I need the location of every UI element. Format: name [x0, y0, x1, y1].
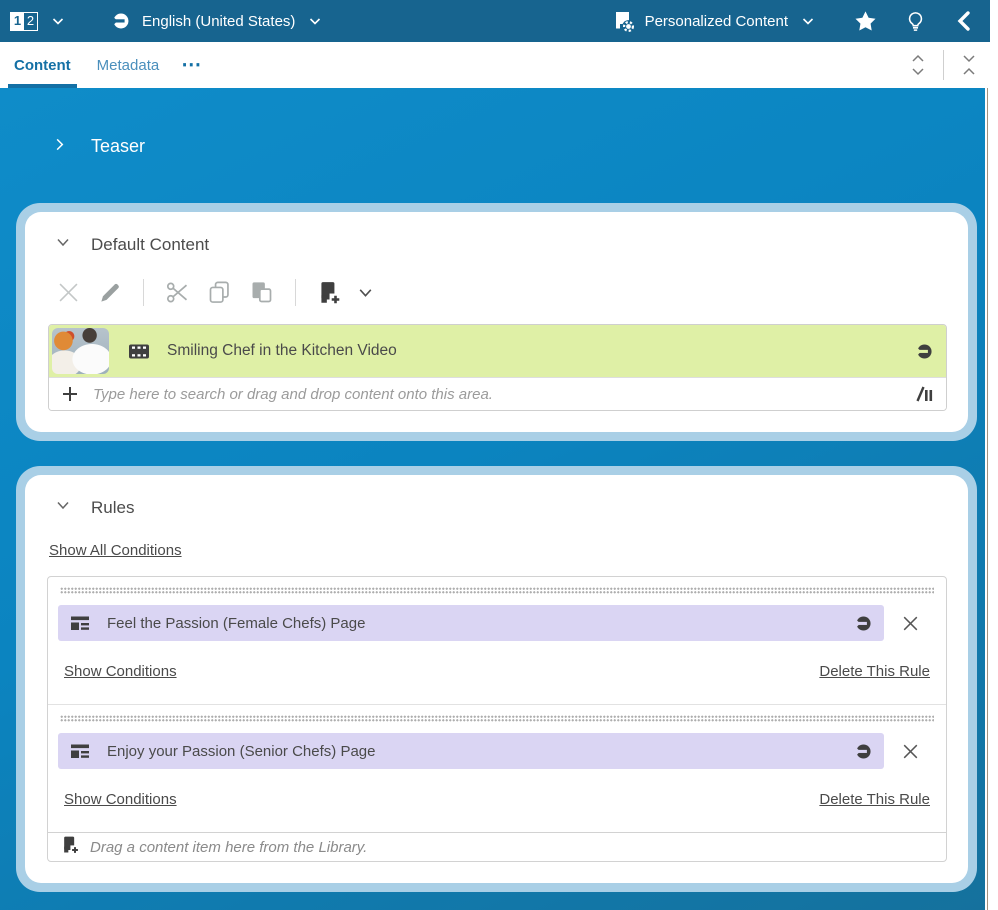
- library-icon[interactable]: [914, 385, 934, 403]
- version-total: 2: [24, 13, 37, 30]
- toolbar-divider: [295, 279, 296, 306]
- delete-this-rule-link[interactable]: Delete This Rule: [819, 663, 930, 680]
- film-icon: [128, 343, 150, 360]
- rule-drop-area[interactable]: Drag a content item here from the Librar…: [48, 832, 946, 861]
- rule-item: Feel the Passion (Female Chefs) Page: [48, 577, 946, 705]
- section-teaser-header[interactable]: Teaser: [52, 136, 145, 157]
- globe-icon: [855, 615, 872, 632]
- rule-target-pill[interactable]: Enjoy your Passion (Senior Chefs) Page: [58, 733, 884, 769]
- expand-sections-icon[interactable]: [909, 52, 927, 78]
- lightbulb-icon[interactable]: [905, 11, 926, 32]
- content-editor-canvas: Teaser Default Content: [0, 88, 985, 910]
- tabs-more-icon[interactable]: ⋯: [181, 60, 203, 70]
- collapse-sections-icon[interactable]: [960, 52, 978, 78]
- content-item-row[interactable]: Smiling Chef in the Kitchen Video: [49, 325, 946, 377]
- close-icon[interactable]: [884, 613, 936, 634]
- content-item-title: Smiling Chef in the Kitchen Video: [167, 342, 397, 360]
- rule-target-pill[interactable]: Feel the Passion (Female Chefs) Page: [58, 605, 884, 641]
- insert-chevron-down-icon[interactable]: [357, 284, 374, 301]
- list-icon: [70, 614, 90, 632]
- rule-links: Show Conditions Delete This Rule: [64, 791, 930, 832]
- tab-metadata-label: Metadata: [97, 57, 160, 74]
- rule-title: Enjoy your Passion (Senior Chefs) Page: [107, 743, 375, 760]
- section-teaser-title: Teaser: [91, 136, 145, 157]
- show-all-conditions-link[interactable]: Show All Conditions: [49, 542, 182, 559]
- rule-row: Feel the Passion (Female Chefs) Page: [58, 605, 936, 641]
- globe-icon: [855, 743, 872, 760]
- rules-box: Feel the Passion (Female Chefs) Page: [47, 576, 947, 862]
- list-icon: [70, 742, 90, 760]
- close-icon[interactable]: [884, 741, 936, 762]
- star-icon[interactable]: [854, 10, 877, 33]
- rule-drop-hint: Drag a content item here from the Librar…: [90, 839, 367, 856]
- default-content-toolbar: [25, 255, 968, 306]
- version-chevron-down-icon[interactable]: [50, 13, 66, 29]
- back-icon[interactable]: [954, 10, 974, 32]
- tab-bar: Content Metadata ⋯: [0, 42, 998, 88]
- rules-header[interactable]: Rules: [25, 475, 968, 518]
- tabbar-divider: [943, 50, 944, 80]
- rule-links: Show Conditions Delete This Rule: [64, 663, 930, 704]
- rules-card-inner: Rules Show All Conditions: [25, 475, 968, 883]
- show-conditions-link[interactable]: Show Conditions: [64, 663, 177, 680]
- drag-handle[interactable]: [60, 587, 934, 594]
- view-mode-label[interactable]: Personalized Content: [645, 13, 788, 30]
- chevron-right-icon: [52, 137, 67, 157]
- cut-icon[interactable]: [164, 279, 191, 306]
- tab-content-label: Content: [14, 57, 71, 74]
- rule-title: Feel the Passion (Female Chefs) Page: [107, 615, 365, 632]
- view-mode-chevron-down-icon[interactable]: [800, 13, 816, 29]
- content-search-row: [49, 377, 946, 410]
- topbar-right-group: Personalized Content: [611, 9, 974, 33]
- default-content-header[interactable]: Default Content: [25, 212, 968, 255]
- rule-row: Enjoy your Passion (Senior Chefs) Page: [58, 733, 936, 769]
- globe-icon: [916, 343, 933, 360]
- chevron-down-icon: [55, 234, 71, 255]
- default-content-title: Default Content: [91, 235, 209, 255]
- drag-handle[interactable]: [60, 715, 934, 722]
- insert-item-icon: [60, 835, 80, 860]
- default-content-card-inner: Default Content: [25, 212, 968, 432]
- version-badge[interactable]: 1 2: [10, 12, 38, 31]
- show-conditions-link[interactable]: Show Conditions: [64, 791, 177, 808]
- delete-icon[interactable]: [55, 279, 82, 306]
- plus-icon[interactable]: [61, 385, 79, 403]
- insert-item-icon[interactable]: [316, 280, 342, 306]
- tab-content[interactable]: Content: [10, 42, 75, 88]
- paste-icon[interactable]: [248, 279, 275, 306]
- chevron-down-icon: [55, 497, 71, 518]
- version-current: 1: [11, 13, 24, 30]
- edit-icon[interactable]: [97, 280, 123, 306]
- content-search-input[interactable]: [93, 386, 914, 403]
- top-bar: 1 2 English (United States): [0, 0, 990, 42]
- content-item-thumbnail: [52, 328, 109, 374]
- rules-card: Rules Show All Conditions: [16, 466, 977, 892]
- default-content-card: Default Content: [16, 203, 977, 441]
- delete-this-rule-link[interactable]: Delete This Rule: [819, 791, 930, 808]
- tab-metadata[interactable]: Metadata: [93, 42, 164, 88]
- rules-title: Rules: [91, 498, 134, 518]
- tabbar-right-group: [909, 50, 978, 80]
- language-chevron-down-icon[interactable]: [307, 13, 323, 29]
- personalized-content-icon: [611, 9, 635, 33]
- toolbar-divider: [143, 279, 144, 306]
- copy-icon[interactable]: [206, 279, 233, 306]
- scrollbar-line: [987, 88, 988, 910]
- rule-item: Enjoy your Passion (Senior Chefs) Page: [48, 705, 946, 832]
- language-selector-label[interactable]: English (United States): [142, 13, 295, 30]
- default-content-item-box: Smiling Chef in the Kitchen Video: [48, 324, 947, 411]
- globe-icon: [112, 12, 130, 30]
- page: 1 2 English (United States): [0, 0, 998, 910]
